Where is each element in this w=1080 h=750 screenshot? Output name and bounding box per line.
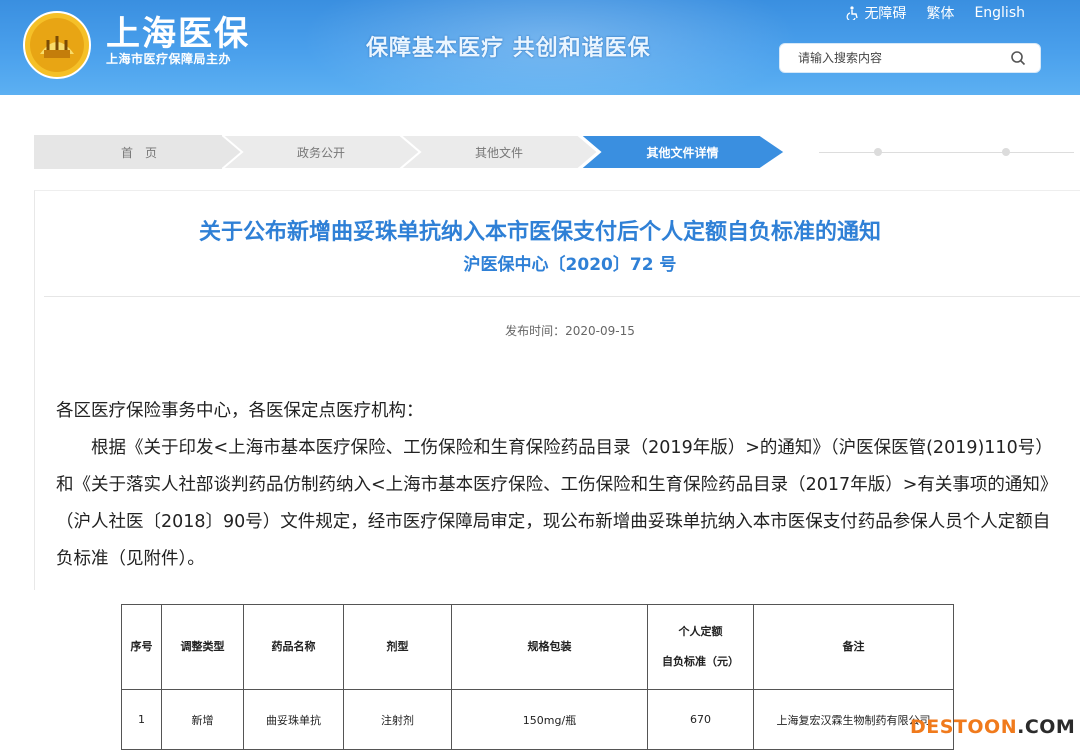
col-header-fee: 个人定额 自负标准（元） bbox=[647, 604, 754, 690]
breadcrumb-item-home[interactable]: 首 页 bbox=[34, 135, 244, 169]
cell-spec: 150mg/瓶 bbox=[451, 689, 648, 750]
col-header-no: 序号 bbox=[121, 604, 162, 690]
col-header-type: 调整类型 bbox=[161, 604, 244, 690]
col-header-fee-line2: 自负标准（元） bbox=[662, 655, 739, 668]
breadcrumb-item-other-files[interactable]: 其他文件 bbox=[400, 135, 598, 169]
breadcrumb-label: 首 页 bbox=[120, 145, 157, 160]
document-number: 沪医保中心〔2020〕72 号 bbox=[463, 255, 677, 275]
article-body: 各区医疗保险事务中心，各医保定点医疗机构： 根据《关于印发<上海市基本医疗保险、… bbox=[56, 393, 1066, 578]
watermark-part1: DESTOON bbox=[910, 716, 1018, 738]
search-input[interactable] bbox=[780, 44, 1010, 72]
search-icon[interactable] bbox=[1010, 50, 1026, 66]
article-title: 关于公布新增曲妥珠单抗纳入本市医保支付后个人定额自负标准的通知 bbox=[198, 220, 881, 245]
site-name: 上海医保 bbox=[106, 14, 250, 54]
english-label: English bbox=[974, 5, 1025, 21]
search-box bbox=[779, 43, 1041, 73]
english-link[interactable]: English bbox=[974, 5, 1025, 21]
site-subtitle: 上海市医疗保障局主办 bbox=[106, 52, 232, 66]
breadcrumb-item-gov-affairs[interactable]: 政务公开 bbox=[222, 135, 420, 169]
cell-type: 新增 bbox=[161, 689, 244, 750]
progress-dot bbox=[1002, 148, 1010, 156]
traditional-chinese-link[interactable]: 繁体 bbox=[926, 3, 954, 23]
breadcrumb-label: 其他文件 bbox=[474, 145, 523, 160]
col-header-drug: 药品名称 bbox=[243, 604, 344, 690]
progress-dot bbox=[874, 148, 882, 156]
breadcrumb-item-current: 其他文件详情 bbox=[580, 135, 785, 169]
shanghai-medical-insurance-logo[interactable] bbox=[22, 10, 92, 80]
watermark: DESTOON.COM bbox=[910, 716, 1075, 738]
attachment-table: 序号 调整类型 药品名称 剂型 规格包装 个人定额 自负标准（元） 备注 1 新… bbox=[121, 604, 954, 750]
cell-fee: 670 bbox=[647, 689, 754, 750]
breadcrumb-label: 其他文件详情 bbox=[646, 145, 719, 160]
slogan: 保障基本医疗 共创和谐医保 bbox=[366, 36, 651, 61]
title-divider bbox=[44, 296, 1080, 297]
top-links: 无障碍 繁体 English bbox=[846, 3, 1025, 23]
site-header: 上海医保 上海市医疗保障局主办 保障基本医疗 共创和谐医保 无障碍 繁体 Eng… bbox=[0, 0, 1080, 95]
cell-form: 注射剂 bbox=[343, 689, 452, 750]
watermark-part2: .COM bbox=[1017, 716, 1076, 738]
cell-no: 1 bbox=[121, 689, 162, 750]
publish-date: 发布时间：2020-09-15 bbox=[505, 324, 635, 338]
accessibility-icon bbox=[847, 6, 859, 20]
cell-drug: 曲妥珠单抗 bbox=[243, 689, 344, 750]
col-header-form: 剂型 bbox=[343, 604, 452, 690]
accessibility-link[interactable]: 无障碍 bbox=[846, 3, 906, 23]
table-row: 1 新增 曲妥珠单抗 注射剂 150mg/瓶 670 上海复宏汉霖生物制药有限公… bbox=[121, 689, 954, 750]
salutation: 各区医疗保险事务中心，各医保定点医疗机构： bbox=[56, 401, 424, 421]
col-header-remark: 备注 bbox=[753, 604, 954, 690]
article-paragraph: 根据《关于印发<上海市基本医疗保险、工伤保险和生育保险药品目录（2019年版）>… bbox=[56, 438, 1058, 569]
col-header-spec: 规格包装 bbox=[451, 604, 648, 690]
traditional-label: 繁体 bbox=[926, 6, 955, 22]
accessibility-label: 无障碍 bbox=[864, 6, 907, 22]
col-header-fee-line1: 个人定额 bbox=[678, 625, 723, 638]
table-header-row: 序号 调整类型 药品名称 剂型 规格包装 个人定额 自负标准（元） 备注 bbox=[121, 604, 954, 690]
breadcrumb-label: 政务公开 bbox=[296, 145, 345, 160]
breadcrumb-progress-line bbox=[819, 152, 1074, 153]
breadcrumb: 首 页 政务公开 其他文件 其他文件详情 bbox=[34, 135, 1074, 169]
